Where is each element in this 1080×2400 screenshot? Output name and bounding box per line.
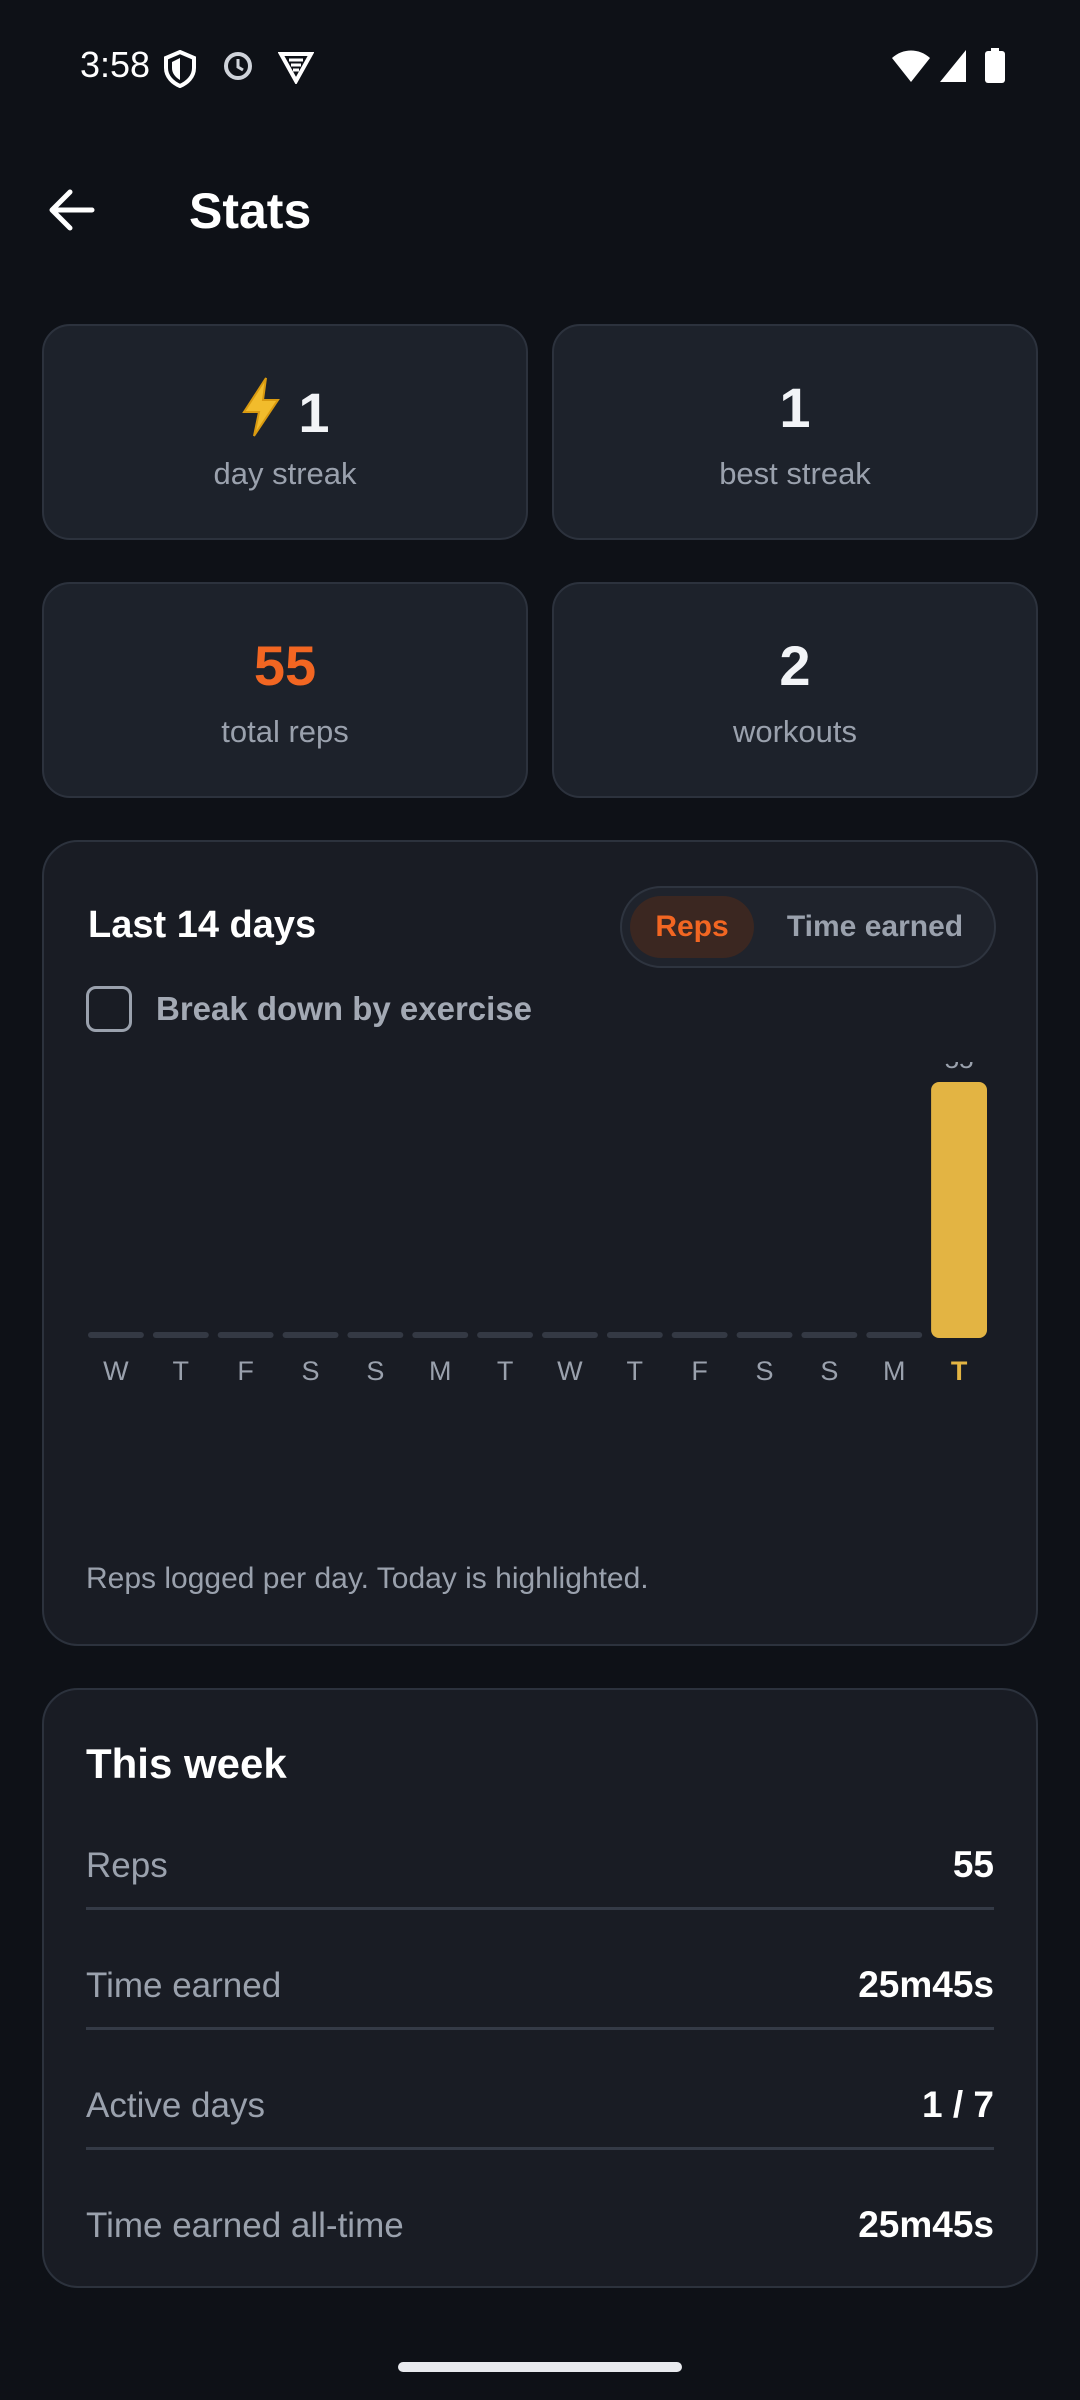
- metric-toggle: Reps Time earned: [620, 886, 996, 968]
- this-week-card: This week Reps 55 Time earned 25m45s Act…: [42, 1688, 1038, 2288]
- page-title: Stats: [189, 183, 312, 239]
- chart-x-tick-label: S: [820, 1356, 838, 1386]
- workouts-label: workouts: [732, 714, 858, 749]
- day-streak-card: 1 day streak: [42, 324, 528, 540]
- back-button[interactable]: [36, 174, 108, 246]
- week-row-label: Time earned: [86, 1966, 282, 2005]
- chart-bar: [542, 1332, 598, 1338]
- chart-caption: Reps logged per day. Today is highlighte…: [86, 1562, 649, 1595]
- reps-toggle-button[interactable]: Reps: [630, 896, 754, 958]
- chart-x-tick-label: M: [883, 1356, 906, 1386]
- best-streak-label: best streak: [719, 456, 871, 491]
- chart-bar: [347, 1332, 404, 1338]
- shield-icon: [164, 50, 196, 88]
- total-reps-card: 55 total reps: [42, 582, 528, 798]
- week-row-time-earned-all-time: Time earned all-time 25m45s: [86, 2170, 994, 2270]
- chart-bar: [217, 1332, 274, 1338]
- chart-x-tick-label: F: [237, 1356, 254, 1386]
- app-bar: Stats: [0, 150, 1080, 270]
- chart-data-label: 55: [945, 1062, 974, 1074]
- arrow-left-icon: [49, 189, 95, 231]
- breakdown-label: Break down by exercise: [156, 990, 533, 1027]
- last-14-days-card: Last 14 days Reps Time earned Break down…: [42, 840, 1038, 1646]
- status-time: 3:58: [80, 44, 151, 85]
- chart-x-tick-label: S: [755, 1356, 773, 1386]
- week-row-label: Active days: [86, 2086, 265, 2125]
- chart-x-tick-label: M: [429, 1356, 452, 1386]
- chart-x-tick-label: T: [951, 1356, 968, 1386]
- total-reps-label: total reps: [221, 714, 349, 749]
- battery-icon: [985, 48, 1005, 83]
- chart-x-tick-label: S: [301, 1356, 319, 1386]
- wifi-icon: [892, 50, 930, 82]
- chart-x-tick-label: W: [103, 1356, 129, 1386]
- best-streak-card: 1 best streak: [552, 324, 1038, 540]
- week-row-time-earned: Time earned 25m45s: [86, 1930, 994, 2030]
- chart-bar: [477, 1332, 533, 1338]
- chart-bar: [801, 1332, 858, 1338]
- status-bar: 3:58: [0, 0, 1080, 136]
- chart-bar: [152, 1332, 209, 1338]
- lightning-bolt-icon: [242, 377, 281, 437]
- chart-x-tick-label: S: [366, 1356, 384, 1386]
- day-streak-value-row: 1: [44, 376, 526, 445]
- chart-bar: [412, 1332, 469, 1338]
- week-row-value: 1 / 7: [922, 2084, 994, 2125]
- chart-bar: [606, 1332, 663, 1338]
- chart-x-tick-label: T: [497, 1356, 513, 1386]
- week-row-active-days: Active days 1 / 7: [86, 2050, 994, 2150]
- week-row-reps: Reps 55: [86, 1810, 994, 1910]
- breakdown-checkbox[interactable]: [86, 986, 132, 1032]
- clock-icon: [224, 52, 252, 80]
- workouts-card: 2 workouts: [552, 582, 1038, 798]
- week-row-label: Time earned all-time: [86, 2206, 404, 2245]
- chart-bar: [88, 1332, 144, 1338]
- chart-bar: [931, 1082, 987, 1338]
- reps-bar-chart: W T F S S M T W T F S S M 55 T: [88, 1062, 987, 1386]
- chart-bar: [736, 1332, 793, 1338]
- chart-x-tick-label: W: [557, 1356, 583, 1386]
- chart-x-tick-label: T: [627, 1356, 644, 1386]
- chart-x-tick-label: T: [173, 1356, 190, 1386]
- workouts-value: 2: [779, 634, 811, 697]
- best-streak-value: 1: [779, 376, 811, 439]
- time-earned-toggle-button[interactable]: Time earned: [764, 896, 986, 958]
- week-title: This week: [86, 1740, 287, 1787]
- breakdown-toggle[interactable]: Break down by exercise: [86, 984, 532, 1034]
- home-indicator[interactable]: [398, 2362, 682, 2372]
- chart-bar: [866, 1332, 923, 1338]
- total-reps-value: 55: [253, 634, 317, 697]
- chart-x-tick-label: F: [691, 1356, 708, 1386]
- signal-icon: [940, 50, 966, 82]
- week-row-label: Reps: [86, 1846, 168, 1885]
- chart-bar: [671, 1332, 728, 1338]
- day-streak-value: 1: [298, 381, 330, 444]
- week-row-value: 55: [952, 1844, 994, 1885]
- chart-title: Last 14 days: [88, 904, 317, 946]
- vpn-icon: [278, 52, 314, 84]
- week-row-value: 25m45s: [858, 2204, 994, 2245]
- chart-bar: [282, 1332, 339, 1338]
- day-streak-label: day streak: [213, 456, 357, 491]
- week-row-value: 25m45s: [858, 1964, 994, 2005]
